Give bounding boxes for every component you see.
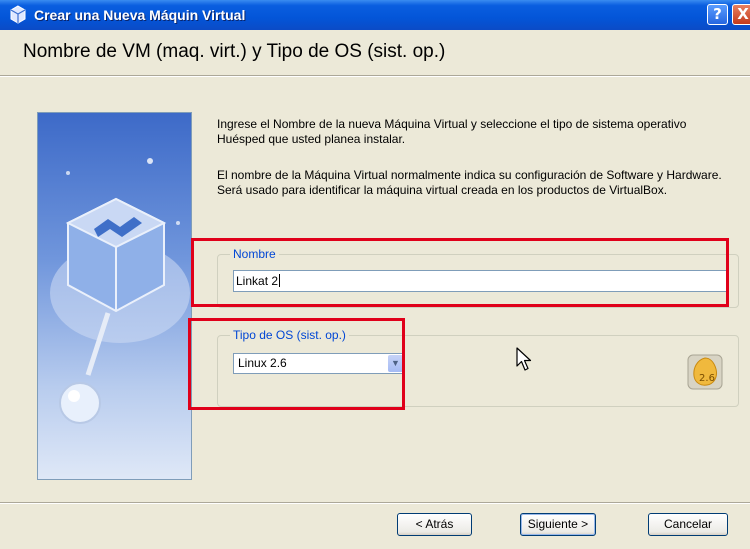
mouse-cursor-icon [516,347,532,371]
virtualbox-logo-image [37,112,192,480]
virtualbox-logo-icon [50,158,190,424]
close-button[interactable]: X [732,4,750,25]
highlight-box-name [191,238,729,307]
help-button[interactable]: ? [707,4,728,25]
os-icon-label: 2.6 [699,373,715,384]
back-button[interactable]: < Atrás [397,513,472,536]
cancel-button[interactable]: Cancelar [648,513,728,536]
window-title: Crear una Nueva Máquin Virtual [34,7,246,23]
highlight-box-os [188,318,405,410]
header-divider [0,75,750,77]
virtualbox-icon [10,5,26,24]
next-button[interactable]: Siguiente > [520,513,596,536]
page-header: Nombre de VM (maq. virt.) y Tipo de OS (… [0,30,750,74]
page-title: Nombre de VM (maq. virt.) y Tipo de OS (… [23,41,446,62]
linux-os-icon: 2.6 [687,354,723,390]
footer-divider [0,502,750,504]
description-text-2: El nombre de la Máquina Virtual normalme… [217,168,722,197]
description-text-1: Ingrese el Nombre de la nueva Máquina Vi… [217,117,687,146]
title-bar[interactable]: Crear una Nueva Máquin Virtual ? X [0,0,750,30]
